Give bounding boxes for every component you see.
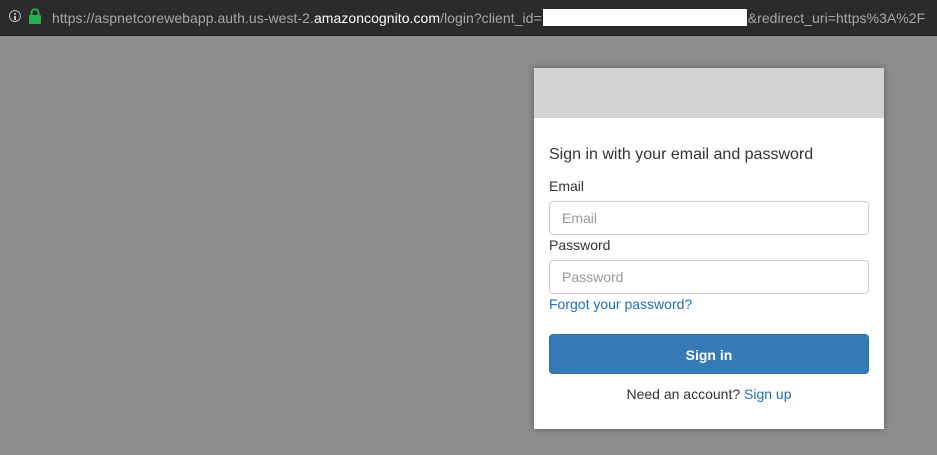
url-host: amazoncognito.com (313, 10, 441, 26)
page: https://aspnetcorewebapp.auth.us-west-2.… (0, 0, 937, 455)
signup-prompt: Need an account? (626, 386, 741, 402)
info-icon[interactable] (9, 10, 21, 22)
url-suffix: &redirect_uri=https%3A%2F (747, 10, 926, 26)
login-heading: Sign in with your email and password (549, 146, 814, 163)
password-label: Password (549, 237, 611, 253)
sign-up-link[interactable]: Sign up (744, 386, 791, 402)
email-label: Email (549, 178, 585, 194)
signup-row: Need an account? Sign up (534, 385, 884, 403)
browser-address-bar[interactable]: https://aspnetcorewebapp.auth.us-west-2.… (0, 0, 937, 36)
login-card: Sign in with your email and password Ema… (534, 68, 884, 429)
sign-in-button[interactable]: Sign in (549, 334, 869, 374)
card-banner (534, 68, 884, 118)
url-path: /login?client_id= (440, 10, 542, 26)
url-text[interactable]: https://aspnetcorewebapp.auth.us-west-2.… (52, 9, 925, 27)
forgot-password-link[interactable]: Forgot your password? (549, 295, 692, 313)
email-field[interactable] (549, 201, 869, 235)
redacted-client-id (542, 9, 747, 26)
url-prefix: https://aspnetcorewebapp.auth.us-west-2. (52, 10, 314, 26)
password-field[interactable] (549, 260, 869, 294)
lock-icon[interactable] (28, 8, 42, 24)
